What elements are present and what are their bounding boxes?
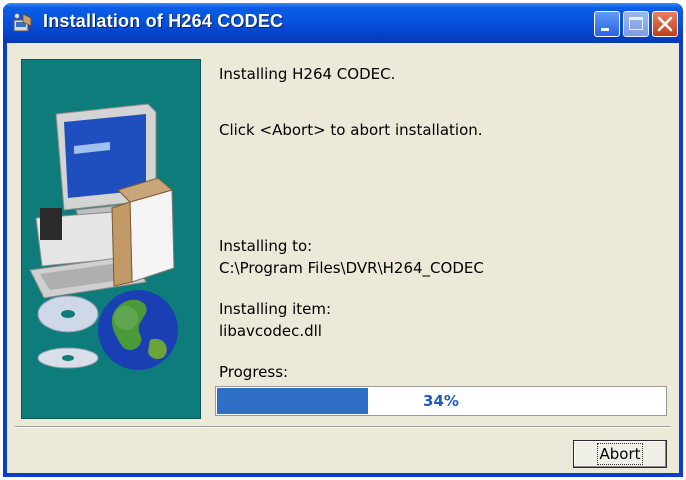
installing-item-value: libavcodec.dll [219, 322, 322, 340]
title-bar[interactable]: Installation of H264 CODEC [3, 3, 683, 43]
setup-illustration-panel [21, 59, 201, 419]
dialog-body: Installing H264 CODEC. Click <Abort> to … [7, 43, 679, 473]
close-x-glyph [657, 16, 673, 32]
installer-app-icon [13, 13, 32, 32]
status-line-2: Click <Abort> to abort installation. [219, 121, 483, 139]
abort-button-label: Abort [597, 443, 643, 465]
minimize-icon[interactable] [594, 11, 620, 37]
progress-bar: 34% [215, 386, 667, 416]
installing-item-label: Installing item: [219, 300, 332, 318]
installing-to-label: Installing to: [219, 237, 313, 255]
computer-globe-illustration [29, 103, 178, 370]
progress-percent: 34% [423, 392, 459, 410]
window-title: Installation of H264 CODEC [43, 11, 284, 31]
installer-window: Installation of H264 CODEC Installing H2… [3, 3, 683, 477]
close-icon[interactable] [652, 11, 678, 37]
abort-button[interactable]: Abort [573, 440, 667, 468]
installing-to-path: C:\Program Files\DVR\H264_CODEC [219, 259, 484, 277]
status-line-1: Installing H264 CODEC. [219, 65, 396, 83]
progress-label: Progress: [219, 363, 289, 381]
separator [15, 426, 671, 428]
maximize-icon[interactable] [623, 11, 649, 37]
